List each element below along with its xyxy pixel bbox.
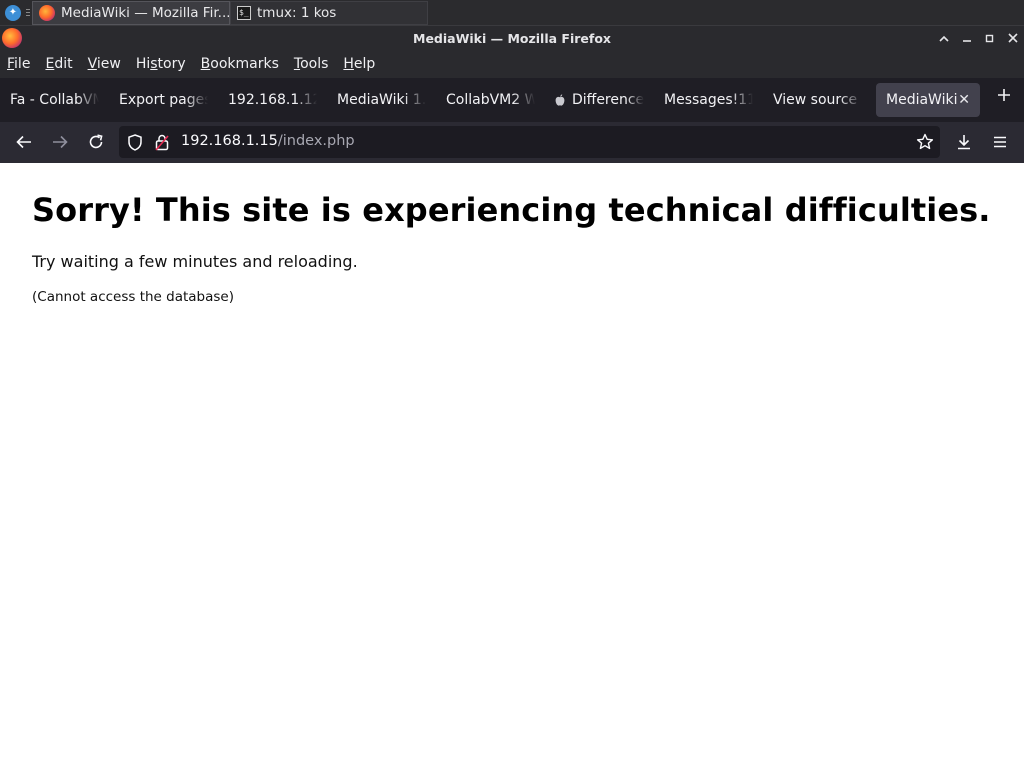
bookmark-star-icon[interactable] <box>916 133 934 151</box>
close-icon <box>1007 33 1018 43</box>
start-menu-button[interactable]: ✦ <box>0 0 26 26</box>
tab-difference[interactable]: Difference <box>545 83 654 117</box>
page-content: Sorry! This site is experiencing technic… <box>0 163 1024 768</box>
tab-192-168-1-12[interactable]: 192.168.1.12 <box>218 83 327 117</box>
reload-icon <box>89 134 103 149</box>
close-window-button[interactable] <box>1001 26 1024 50</box>
arrow-left-icon <box>16 135 31 149</box>
back-button[interactable] <box>10 128 38 156</box>
tab-label: Messages!11 <box>664 92 753 108</box>
app-menu-button[interactable] <box>986 128 1014 156</box>
url-host: 192.168.1.15 <box>181 133 278 149</box>
menu-help[interactable]: Help <box>343 56 375 72</box>
url-path: /index.php <box>277 133 355 149</box>
minimize-icon <box>962 40 971 42</box>
menu-view[interactable]: View <box>88 56 121 72</box>
tab-mediawiki-active[interactable]: MediaWiki ✕ <box>876 83 980 117</box>
tab-strip: Fa - CollabVM Export pages 192.168.1.12 … <box>0 78 1024 122</box>
minimize-button[interactable] <box>955 26 978 50</box>
taskbar-item-firefox[interactable]: MediaWiki — Mozilla Fir... <box>32 0 230 25</box>
firefox-icon[interactable] <box>2 28 22 48</box>
maximize-button[interactable] <box>978 26 1001 50</box>
menu-tools[interactable]: Tools <box>294 56 329 72</box>
taskbar-item-label: MediaWiki — Mozilla Fir... <box>61 4 230 21</box>
tab-label: Export pages <box>119 92 208 108</box>
chevron-up-icon <box>938 35 949 42</box>
tab-label: MediaWiki 1.1 <box>337 92 426 108</box>
tab-label: Fa - CollabVM <box>10 92 99 108</box>
app-launcher-icon: ✦ <box>5 4 21 21</box>
tab-label: View source f <box>773 92 862 108</box>
download-icon <box>958 135 970 150</box>
reload-button[interactable] <box>82 128 110 156</box>
tab-fa-collabvm[interactable]: Fa - CollabVM <box>0 83 109 117</box>
taskbar-item-tmux[interactable]: $_ tmux: 1 kos <box>230 0 428 25</box>
plus-icon <box>998 89 1010 101</box>
tab-mediawiki-1[interactable]: MediaWiki 1.1 <box>327 83 436 117</box>
apple-icon <box>555 94 565 106</box>
menu-edit[interactable]: Edit <box>45 56 72 72</box>
keep-above-button[interactable] <box>932 26 955 50</box>
taskbar-item-label: tmux: 1 kos <box>257 4 337 21</box>
window-controls <box>932 26 1024 50</box>
window-titlebar: MediaWiki — Mozilla Firefox <box>0 26 1024 50</box>
arrow-right-icon <box>53 135 68 149</box>
tab-label: CollabVM2 W <box>446 92 535 108</box>
forward-button[interactable] <box>46 128 74 156</box>
error-heading: Sorry! This site is experiencing technic… <box>32 191 991 229</box>
terminal-icon: $_ <box>237 5 251 20</box>
window-title: MediaWiki — Mozilla Firefox <box>413 30 611 46</box>
error-detail: (Cannot access the database) <box>32 289 235 305</box>
tab-view-source[interactable]: View source f <box>763 83 872 117</box>
menu-file[interactable]: File <box>7 56 30 72</box>
taskbar: ✦ MediaWiki — Mozilla Fir... $_ tmux: 1 … <box>0 0 1024 26</box>
tab-label: 192.168.1.12 <box>228 92 317 108</box>
new-tab-button[interactable] <box>992 83 1016 107</box>
downloads-button[interactable] <box>950 128 978 156</box>
hamburger-menu-icon <box>994 136 1006 148</box>
shield-icon[interactable] <box>127 134 143 151</box>
tab-collabvm2[interactable]: CollabVM2 W <box>436 83 545 117</box>
retry-message: Try waiting a few minutes and reloading. <box>32 252 358 271</box>
firefox-icon <box>39 4 55 21</box>
tab-messages[interactable]: Messages!11 <box>654 83 763 117</box>
menu-bookmarks[interactable]: Bookmarks <box>201 56 279 72</box>
insecure-lock-icon[interactable] <box>155 134 169 151</box>
maximize-icon <box>985 34 994 42</box>
menu-history[interactable]: History <box>136 56 186 72</box>
url-text[interactable]: 192.168.1.15/index.php <box>181 133 355 149</box>
close-tab-icon[interactable]: ✕ <box>958 92 970 108</box>
address-bar[interactable]: 192.168.1.15/index.php <box>119 126 940 158</box>
tab-export-pages[interactable]: Export pages <box>109 83 218 117</box>
navigation-bar: 192.168.1.15/index.php <box>0 122 1024 163</box>
menu-bar: File Edit View History Bookmarks Tools H… <box>0 50 1024 78</box>
tab-label: MediaWiki <box>886 92 958 108</box>
tab-label: Difference <box>572 92 644 108</box>
